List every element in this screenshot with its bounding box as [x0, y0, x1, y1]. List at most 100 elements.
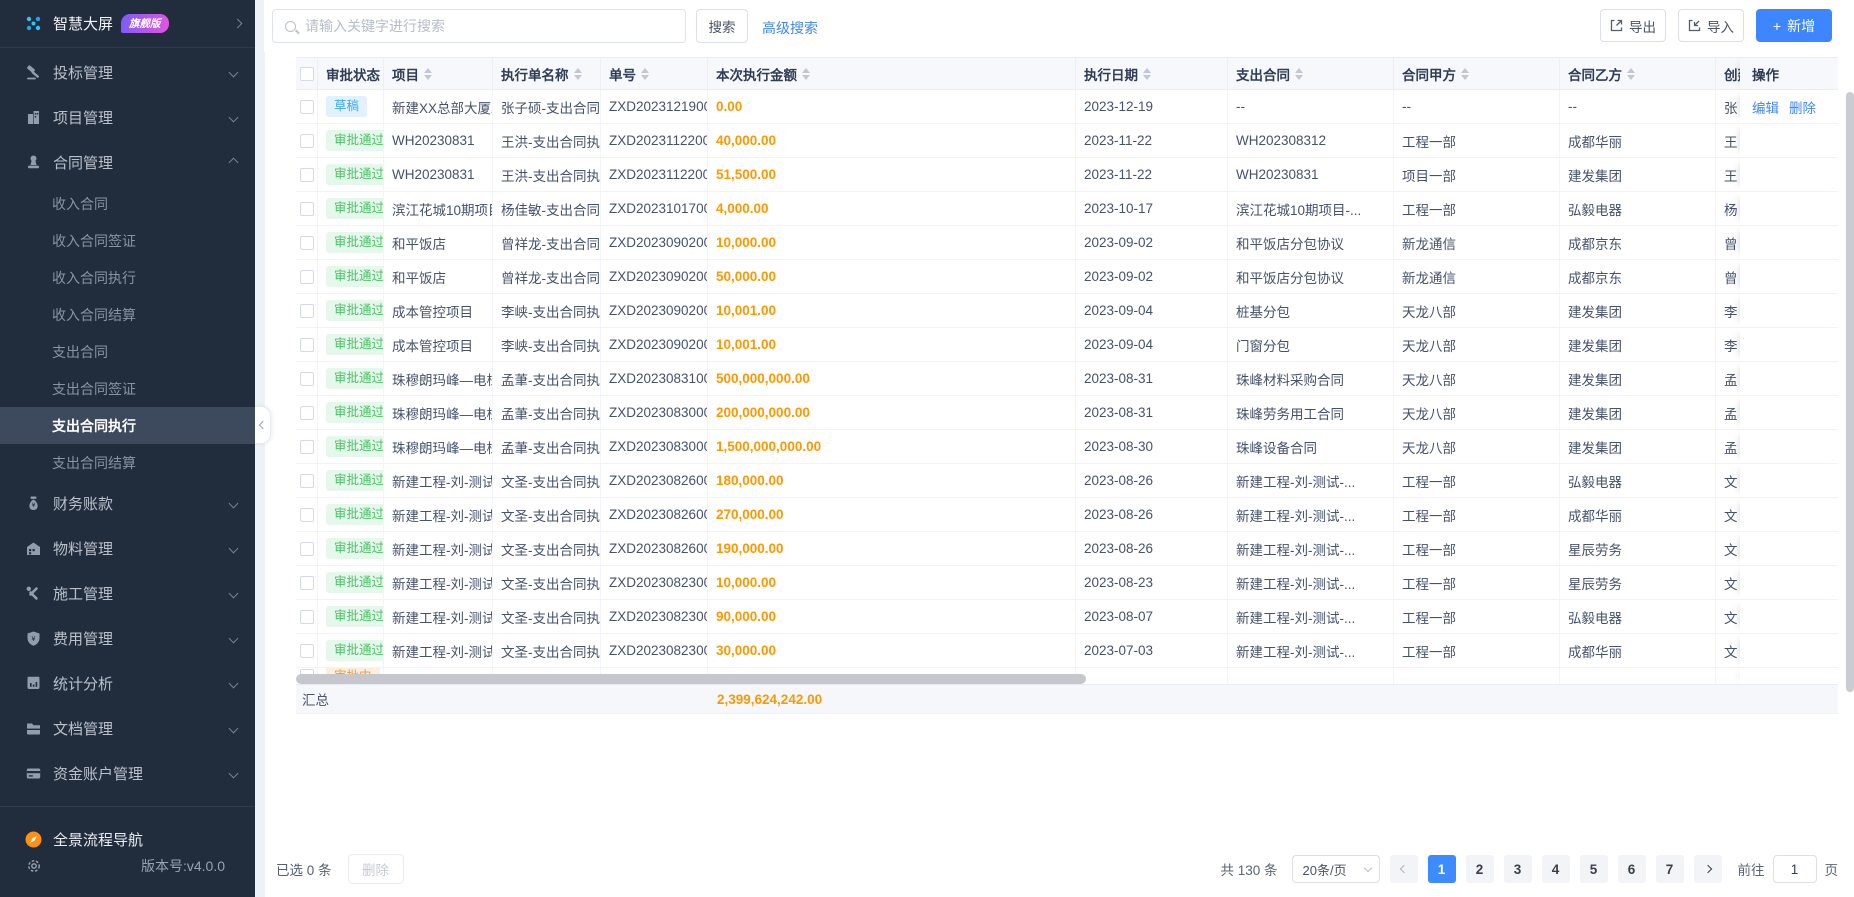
- app-window: 智慧大屏 旗舰版 投标管理项目管理合同管理收入合同收入合同签证收入合同执行收入合…: [0, 0, 1854, 897]
- sidebar-subitem-支出合同结算[interactable]: 支出合同结算: [0, 444, 255, 481]
- actions-cell: [1740, 260, 1838, 293]
- header-label: 执行单名称: [501, 64, 569, 84]
- horizontal-scrollbar[interactable]: [296, 674, 1086, 684]
- sidebar-subitem-收入合同执行[interactable]: 收入合同执行: [0, 259, 255, 296]
- cell: 新建工程-刘-测试: [384, 600, 493, 633]
- sidebar-item-0[interactable]: 投标管理: [0, 50, 255, 95]
- header-cell-操作: 操作: [1740, 58, 1838, 89]
- export-label: 导出: [1629, 16, 1656, 36]
- select-all-checkbox[interactable]: [300, 67, 314, 81]
- cell: 建发集团: [1560, 362, 1716, 395]
- advanced-search-link[interactable]: 高级搜索: [762, 18, 818, 38]
- sort-carets-icon[interactable]: [641, 68, 649, 80]
- goto-page-input[interactable]: [1773, 855, 1817, 883]
- sort-carets-icon[interactable]: [1295, 68, 1303, 80]
- sidebar-subitem-收入合同签证[interactable]: 收入合同签证: [0, 222, 255, 259]
- row-checkbox[interactable]: [300, 644, 314, 658]
- sort-carets-icon[interactable]: [1627, 68, 1635, 80]
- row-checkbox[interactable]: [300, 576, 314, 590]
- delete-link[interactable]: 删除: [1789, 97, 1816, 117]
- page-button-3[interactable]: 3: [1504, 855, 1532, 883]
- add-label: 新增: [1787, 16, 1815, 36]
- row-checkbox[interactable]: [300, 202, 314, 216]
- cell-value: 2023-08-26: [1084, 541, 1153, 556]
- next-page-button[interactable]: [1694, 855, 1722, 883]
- page-button-2[interactable]: 2: [1466, 855, 1494, 883]
- page-size-select[interactable]: 20条/页: [1292, 855, 1380, 883]
- sort-carets-icon[interactable]: [1461, 68, 1469, 80]
- sort-carets-icon[interactable]: [424, 68, 432, 80]
- vertical-scrollbar[interactable]: [1846, 92, 1854, 692]
- header-cell-本次执行金额[interactable]: 本次执行金额: [708, 58, 1076, 89]
- page-button-6[interactable]: 6: [1618, 855, 1646, 883]
- cell-value: --: [1568, 99, 1577, 114]
- header-cell-项目[interactable]: 项目: [384, 58, 493, 89]
- row-checkbox[interactable]: [300, 542, 314, 556]
- sidebar-subitem-收入合同[interactable]: 收入合同: [0, 185, 255, 222]
- sidebar-item-3[interactable]: ¥财务账款: [0, 481, 255, 526]
- search-input[interactable]: 请输入关键字进行搜索: [272, 9, 686, 43]
- cell: 10,001.00: [708, 328, 1076, 361]
- header-cell-单号[interactable]: 单号: [601, 58, 708, 89]
- page-button-7[interactable]: 7: [1656, 855, 1684, 883]
- cell: 4,000.00: [708, 192, 1076, 225]
- sort-carets-icon[interactable]: [802, 68, 810, 80]
- row-checkbox[interactable]: [300, 100, 314, 114]
- row-checkbox[interactable]: [300, 372, 314, 386]
- actions-cell: [1740, 362, 1838, 395]
- row-checkbox[interactable]: [300, 134, 314, 148]
- search-button[interactable]: 搜索: [696, 9, 748, 43]
- header-cell-合同乙方[interactable]: 合同乙方: [1560, 58, 1716, 89]
- row-checkbox[interactable]: [300, 338, 314, 352]
- prev-page-button[interactable]: [1390, 855, 1418, 883]
- row-checkbox[interactable]: [300, 440, 314, 454]
- row-checkbox[interactable]: [300, 236, 314, 250]
- add-button[interactable]: + 新增: [1756, 9, 1832, 42]
- sidebar-item-2[interactable]: 合同管理: [0, 140, 255, 185]
- cell: 成本管控项目: [384, 294, 493, 327]
- sort-carets-icon[interactable]: [574, 68, 582, 80]
- row-checkbox[interactable]: [300, 270, 314, 284]
- page-button-5[interactable]: 5: [1580, 855, 1608, 883]
- sidebar-subitem-支出合同[interactable]: 支出合同: [0, 333, 255, 370]
- row-checkbox[interactable]: [300, 304, 314, 318]
- row-checkbox[interactable]: [300, 508, 314, 522]
- header-cell-支出合同[interactable]: 支出合同: [1228, 58, 1394, 89]
- sidebar-item-smart-screen[interactable]: 智慧大屏 旗舰版: [0, 0, 255, 48]
- cell-value: ZXD20231122001: [609, 167, 707, 182]
- actions-cell: [1740, 600, 1838, 633]
- edit-link[interactable]: 编辑: [1752, 97, 1779, 117]
- sidebar-item-9[interactable]: 资金账户管理: [0, 751, 255, 796]
- row-checkbox[interactable]: [300, 474, 314, 488]
- header-cell-执行日期[interactable]: 执行日期: [1076, 58, 1228, 89]
- row-checkbox[interactable]: [300, 168, 314, 182]
- cell: 2023-10-17: [1076, 192, 1228, 225]
- cell-value: 张: [1724, 97, 1738, 117]
- sidebar-subitem-收入合同结算[interactable]: 收入合同结算: [0, 296, 255, 333]
- sidebar-item-5[interactable]: 施工管理: [0, 571, 255, 616]
- row-checkbox[interactable]: [300, 406, 314, 420]
- sidebar-item-4[interactable]: 物料管理: [0, 526, 255, 571]
- gear-icon[interactable]: [25, 858, 42, 875]
- sidebar-item-7[interactable]: 统计分析: [0, 661, 255, 706]
- sidebar-collapse-handle[interactable]: [255, 406, 271, 444]
- header-cell-执行单名称[interactable]: 执行单名称: [493, 58, 601, 89]
- cell: 2023-08-26: [1076, 532, 1228, 565]
- sidebar-subitem-支出合同签证[interactable]: 支出合同签证: [0, 370, 255, 407]
- header-cell-合同甲方[interactable]: 合同甲方: [1394, 58, 1560, 89]
- sidebar-item-6[interactable]: ¥费用管理: [0, 616, 255, 661]
- import-button[interactable]: 导入: [1678, 9, 1744, 42]
- sidebar-subitem-支出合同执行[interactable]: 支出合同执行: [0, 407, 255, 444]
- cell: ZXD20231122001: [601, 158, 708, 191]
- sidebar-item-8[interactable]: 文档管理: [0, 706, 255, 751]
- export-button[interactable]: 导出: [1600, 9, 1666, 42]
- cell-value: 新建工程-刘-测试-...: [1236, 505, 1355, 525]
- sidebar-item-1[interactable]: 项目管理: [0, 95, 255, 140]
- page-button-4[interactable]: 4: [1542, 855, 1570, 883]
- row-checkbox[interactable]: [300, 610, 314, 624]
- delete-button[interactable]: 删除: [348, 854, 404, 884]
- cell-value: 成都华丽: [1568, 131, 1622, 151]
- sort-carets-icon[interactable]: [1143, 68, 1151, 80]
- page-button-1[interactable]: 1: [1428, 855, 1456, 883]
- amount-value: 270,000.00: [716, 507, 784, 522]
